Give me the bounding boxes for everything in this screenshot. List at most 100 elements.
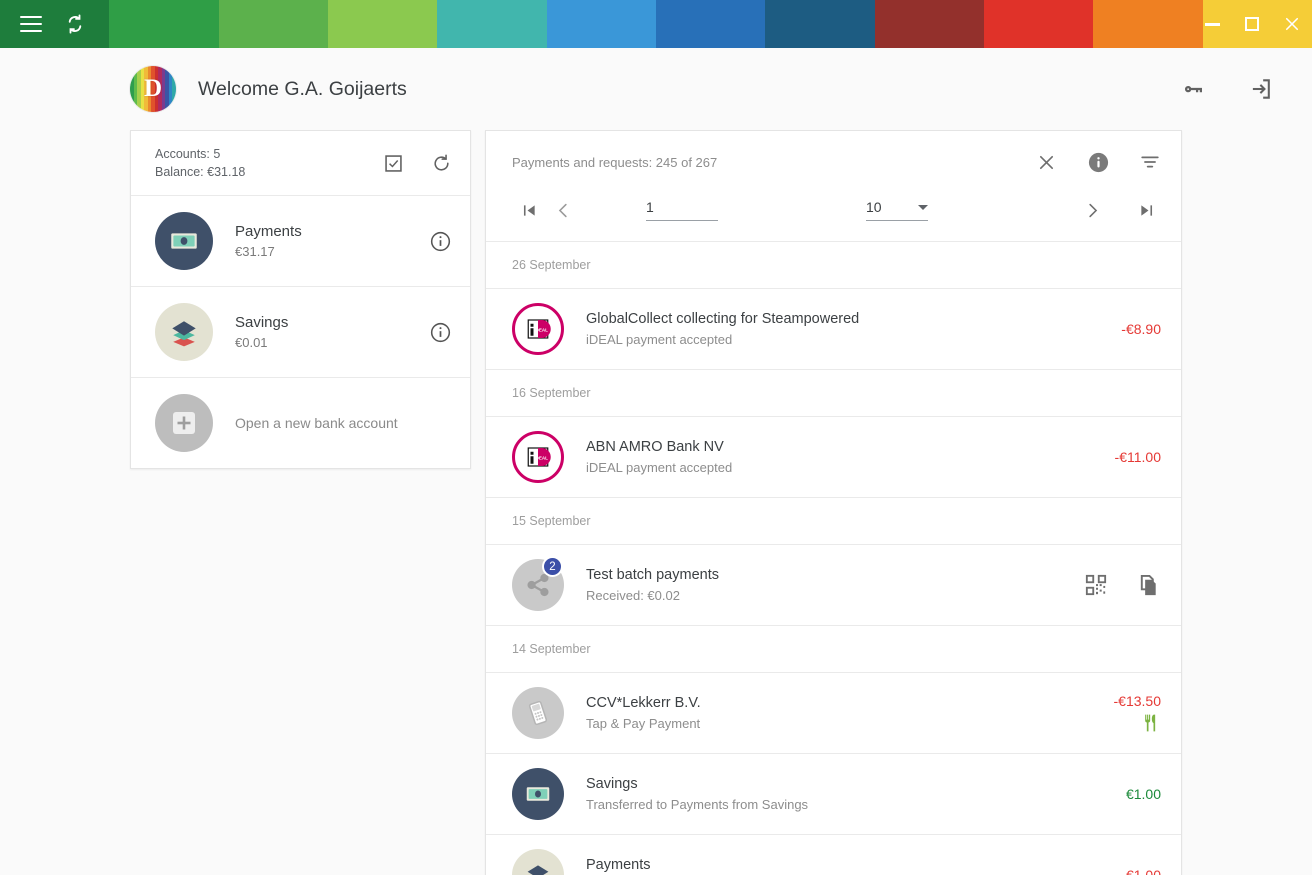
account-name: Savings	[235, 314, 289, 332]
titlebar-left-controls	[0, 0, 92, 48]
transactions-panel: Payments and requests: 245 of 267 1 10 2…	[485, 130, 1182, 875]
sync-icon[interactable]	[58, 7, 92, 41]
transaction-icon-wrap: DEAL	[512, 303, 564, 355]
status-badge: 2	[542, 556, 563, 577]
svg-text:DEAL: DEAL	[536, 327, 549, 332]
previous-page-icon[interactable]	[546, 193, 580, 227]
transaction-amount-area: €1.00	[1126, 786, 1161, 802]
transaction-row-actions	[1083, 572, 1161, 598]
transactions-list: 26 September DEAL GlobalCollect collecting…	[486, 242, 1181, 875]
restaurant-icon	[1141, 713, 1161, 733]
page-title: Welcome G.A. Goijaerts	[198, 77, 407, 100]
transaction-title: Savings	[586, 776, 638, 792]
transaction-title: Payments	[586, 857, 651, 873]
plus-icon	[155, 394, 213, 453]
accounts-balance: Balance: €31.18	[155, 165, 246, 180]
transaction-title: ABN AMRO Bank NV	[586, 439, 724, 455]
logout-icon[interactable]	[1246, 74, 1276, 104]
transaction-text: GlobalCollect collecting for Steampowere…	[586, 311, 1121, 347]
page-size-value: 10	[866, 199, 882, 215]
transaction-row[interactable]: Savings Transferred to Payments from Savi…	[486, 754, 1181, 835]
transaction-text: Test batch payments Received: €0.02	[586, 567, 1083, 603]
transaction-subtitle: iDEAL payment accepted	[586, 332, 733, 347]
info-outline-icon[interactable]	[429, 230, 452, 253]
transaction-subtitle: Received: €0.02	[586, 588, 680, 603]
account-balance: €31.17	[235, 244, 275, 260]
layers-icon	[155, 303, 213, 362]
key-icon[interactable]	[1178, 74, 1208, 104]
titlebar-band-1	[109, 0, 219, 48]
titlebar-band-8	[874, 0, 984, 48]
transaction-amount: €1.00	[1125, 786, 1161, 802]
transaction-amount-area: -€1.00	[1121, 867, 1161, 875]
titlebar-band-3	[327, 0, 438, 48]
hamburger-menu-icon[interactable]	[14, 7, 48, 41]
transaction-subtitle: iDEAL payment accepted	[586, 460, 733, 475]
window-controls	[1192, 0, 1312, 48]
transaction-text: CCV*Lekkerr B.V. Tap & Pay Payment	[586, 695, 1114, 731]
minimize-button[interactable]	[1192, 0, 1232, 48]
transaction-date-header: 16 September	[486, 370, 1181, 417]
info-filled-icon[interactable]	[1085, 149, 1111, 175]
transaction-date-header: 14 September	[486, 626, 1181, 673]
window-titlebar	[0, 0, 1312, 48]
next-page-icon[interactable]	[1075, 193, 1109, 227]
transaction-amount: -€8.90	[1121, 321, 1161, 337]
titlebar-band-6	[655, 0, 766, 48]
titlebar-band-7	[765, 0, 875, 48]
qr-code-icon[interactable]	[1083, 572, 1109, 598]
transaction-subtitle: Transferred to Payments from Savings	[586, 797, 809, 812]
info-outline-icon[interactable]	[429, 321, 452, 344]
checkbox-checked-icon[interactable]	[382, 152, 404, 174]
transaction-icon-wrap: 2	[512, 556, 564, 611]
transaction-amount: -€13.50	[1113, 693, 1161, 709]
account-balance: €0.01	[235, 335, 268, 351]
svg-text:DEAL: DEAL	[536, 455, 549, 460]
page-header: D Welcome G.A. Goijaerts	[0, 48, 1312, 130]
layers-icon	[512, 849, 564, 875]
titlebar-color-bands	[0, 0, 1312, 48]
pagination-bar: 1 10	[486, 189, 1181, 242]
page-size-select[interactable]: 10	[866, 199, 928, 221]
transaction-row[interactable]: DEAL GlobalCollect collecting for Steampo…	[486, 289, 1181, 370]
open-new-account-row[interactable]: Open a new bank account	[131, 378, 470, 468]
account-row-payments[interactable]: Payments €31.17	[131, 196, 470, 288]
chevron-down-icon	[918, 204, 928, 210]
transaction-text: ABN AMRO Bank NV iDEAL payment accepted	[586, 439, 1115, 475]
transaction-row[interactable]: DEAL ABN AMRO Bank NV iDEAL payment accept…	[486, 417, 1181, 498]
transaction-date-header: 26 September	[486, 242, 1181, 289]
copy-icon[interactable]	[1135, 572, 1161, 598]
avatar-letter: D	[143, 75, 163, 102]
transaction-row[interactable]: 2 Test batch payments Received: €0.02	[486, 545, 1181, 626]
refresh-icon[interactable]	[430, 152, 452, 174]
close-icon[interactable]	[1033, 149, 1059, 175]
transaction-amount: -€11.00	[1114, 449, 1161, 465]
transaction-row[interactable]: CCV*Lekkerr B.V. Tap & Pay Payment -€13.50	[486, 673, 1181, 754]
transaction-icon-wrap	[512, 687, 564, 739]
transaction-amount-area: -€8.90	[1121, 321, 1161, 337]
transactions-panel-header: Payments and requests: 245 of 267	[486, 131, 1181, 189]
transaction-row[interactable]: PaymentsTransferred from Savings to Paym…	[486, 835, 1181, 875]
ideal-icon: DEAL	[512, 303, 564, 355]
accounts-count: Accounts: 5	[155, 147, 221, 161]
transaction-title: Test batch payments	[586, 567, 719, 583]
last-page-icon[interactable]	[1129, 193, 1163, 227]
header-actions	[1178, 74, 1276, 104]
transaction-title: CCV*Lekkerr B.V.	[586, 695, 701, 711]
transaction-amount-area: -€13.50	[1114, 693, 1161, 733]
transaction-text: Savings Transferred to Payments from Savi…	[586, 776, 1126, 812]
maximize-button[interactable]	[1232, 0, 1272, 48]
close-button[interactable]	[1272, 0, 1312, 48]
banknote-icon	[155, 212, 213, 271]
avatar: D	[130, 66, 176, 112]
transaction-subtitle: Tap & Pay Payment	[586, 716, 701, 731]
account-row-savings[interactable]: Savings €0.01	[131, 287, 470, 379]
transaction-icon-wrap	[512, 849, 564, 875]
page-number-input[interactable]: 1	[646, 199, 718, 221]
filter-icon[interactable]	[1137, 149, 1163, 175]
transactions-title: Payments and requests: 245 of 267	[512, 154, 718, 170]
ideal-icon: DEAL	[512, 431, 564, 483]
card-terminal-icon	[512, 687, 564, 739]
transaction-amount: -€1.00	[1121, 867, 1161, 875]
first-page-icon[interactable]	[512, 193, 546, 227]
